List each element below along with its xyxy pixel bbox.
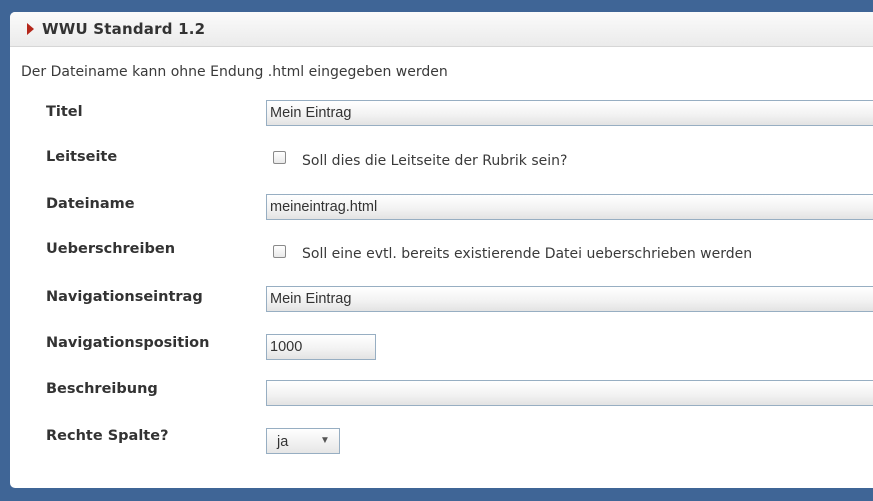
caret-down-icon: ▼ <box>320 435 330 446</box>
label-dateiname: Dateiname <box>46 196 135 212</box>
navigationsposition-input[interactable]: 1000 <box>266 334 376 360</box>
triangle-right-icon[interactable] <box>27 23 34 35</box>
panel-title: WWU Standard 1.2 <box>42 20 206 38</box>
form-panel: WWU Standard 1.2 Der Dateiname kann ohne… <box>10 12 873 488</box>
titel-input[interactable]: Mein Eintrag <box>266 100 873 126</box>
dateiname-input[interactable]: meineintrag.html <box>266 194 873 220</box>
leitseite-checkbox-label[interactable]: Soll dies die Leitseite der Rubrik sein? <box>302 153 567 169</box>
filename-notice: Der Dateiname kann ohne Endung .html ein… <box>21 64 448 80</box>
ueberschreiben-checkbox-label[interactable]: Soll eine evtl. bereits existierende Dat… <box>302 246 752 262</box>
label-rechte-spalte: Rechte Spalte? <box>46 428 169 444</box>
ueberschreiben-checkbox[interactable] <box>273 245 286 258</box>
rechte-spalte-select[interactable]: ja ▼ <box>266 428 340 454</box>
label-leitseite: Leitseite <box>46 149 118 165</box>
label-navigationseintrag: Navigationseintrag <box>46 289 203 305</box>
label-navigationsposition: Navigationsposition <box>46 335 210 351</box>
leitseite-checkbox[interactable] <box>273 151 286 164</box>
label-beschreibung: Beschreibung <box>46 381 158 397</box>
rechte-spalte-selected-value: ja <box>277 434 289 450</box>
panel-header[interactable]: WWU Standard 1.2 <box>10 12 873 47</box>
label-titel: Titel <box>46 104 83 120</box>
beschreibung-input[interactable] <box>266 380 873 406</box>
label-ueberschreiben: Ueberschreiben <box>46 241 176 257</box>
navigationseintrag-input[interactable]: Mein Eintrag <box>266 286 873 312</box>
